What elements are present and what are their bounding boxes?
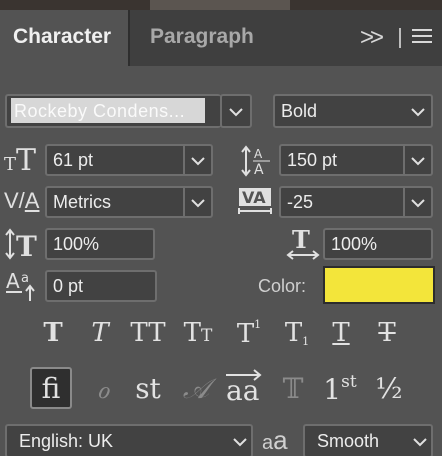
font-size-icon: TT <box>4 143 37 178</box>
titling-alternates-icon[interactable]: 𝕋 <box>276 372 310 405</box>
contextual-alternates-icon[interactable]: ℴ <box>86 372 120 405</box>
color-label: Color: <box>258 276 307 296</box>
svg-text:A: A <box>254 147 263 161</box>
color-swatch[interactable] <box>323 266 435 304</box>
vertical-scale-field[interactable]: 100% <box>45 228 155 260</box>
underline-icon[interactable]: T <box>326 318 356 348</box>
panel-menu-icon[interactable] <box>412 29 432 47</box>
ordinals-icon[interactable]: 1st <box>318 372 362 406</box>
svg-text:A: A <box>6 269 20 293</box>
panel-tab-bar: Character Paragraph >> <box>0 10 442 66</box>
collapse-chevron-icon[interactable]: >> <box>360 10 384 66</box>
svg-text:VA: VA <box>242 188 266 207</box>
horizontal-scale-field[interactable]: 100% <box>323 228 433 260</box>
chevron-down-icon <box>191 157 205 166</box>
small-caps-icon[interactable]: TT <box>180 318 216 348</box>
antialiasing-dropdown[interactable]: Smooth <box>303 424 433 456</box>
chevron-down-icon <box>411 108 425 117</box>
antialiasing-value: Smooth <box>317 431 380 451</box>
font-style-dropdown[interactable]: Bold <box>273 94 433 128</box>
kerning-field[interactable]: Metrics <box>45 186 213 218</box>
vertical-scale-value: 100% <box>53 234 100 254</box>
fractions-icon[interactable]: ½ <box>370 372 408 405</box>
strikethrough-icon[interactable]: T <box>372 318 402 348</box>
font-family-arrow-button[interactable] <box>220 94 252 128</box>
vertical-scale-icon: T <box>4 228 40 263</box>
stylistic-alternates-icon[interactable]: aa <box>222 366 266 407</box>
kerning-value: Metrics <box>53 192 111 212</box>
svg-text:A: A <box>254 162 264 178</box>
antialiasing-icon: aa <box>262 425 288 455</box>
language-value: English: UK <box>19 431 114 451</box>
ordinals-label: 1st <box>323 372 357 406</box>
faux-italic-icon[interactable]: T <box>85 318 115 348</box>
tracking-icon: VA <box>238 186 274 216</box>
window-top-strip <box>0 0 442 10</box>
chevron-down-icon <box>413 438 427 447</box>
baseline-shift-value: 0 pt <box>53 276 84 296</box>
tracking-value: -25 <box>287 192 314 212</box>
faux-bold-icon[interactable]: T <box>38 318 68 348</box>
font-size-field[interactable]: 61 pt <box>45 144 213 176</box>
font-size-value: 61 pt <box>53 150 94 170</box>
horizontal-scale-icon: T <box>286 225 320 260</box>
superscript-icon[interactable]: T1 <box>232 318 266 349</box>
tab-paragraph[interactable]: Paragraph <box>128 10 278 66</box>
all-caps-icon[interactable]: TT <box>128 318 168 348</box>
swash-icon[interactable]: 𝒜 <box>178 372 214 406</box>
baseline-shift-icon: A a <box>4 268 40 302</box>
tracking-field[interactable]: -25 <box>279 186 433 218</box>
kerning-icon: V/A <box>4 188 40 213</box>
tab-character[interactable]: Character <box>0 10 128 66</box>
svg-text:T: T <box>292 226 310 254</box>
leading-field[interactable]: 150 pt <box>279 144 433 176</box>
standard-ligatures-icon: fi <box>41 372 61 405</box>
font-family-input[interactable]: Rockeby Condens... <box>11 98 205 123</box>
subscript-icon[interactable]: T1 <box>280 318 314 348</box>
svg-text:a: a <box>21 271 29 286</box>
language-dropdown[interactable]: English: UK <box>5 424 253 456</box>
chevron-down-icon <box>411 157 425 166</box>
baseline-shift-field[interactable]: 0 pt <box>45 270 157 302</box>
chevron-down-icon <box>411 199 425 208</box>
chevron-down-icon <box>233 438 247 447</box>
stylistic-alternates-label: aa <box>226 374 260 407</box>
font-style-value: Bold <box>281 101 318 121</box>
svg-text:T: T <box>16 230 37 260</box>
divider-icon <box>399 28 401 48</box>
chevron-down-icon <box>191 199 205 208</box>
leading-icon: A A <box>240 144 274 178</box>
leading-value: 150 pt <box>287 150 338 170</box>
discretionary-ligatures-icon[interactable]: st <box>130 372 166 405</box>
horizontal-scale-value: 100% <box>331 234 378 254</box>
